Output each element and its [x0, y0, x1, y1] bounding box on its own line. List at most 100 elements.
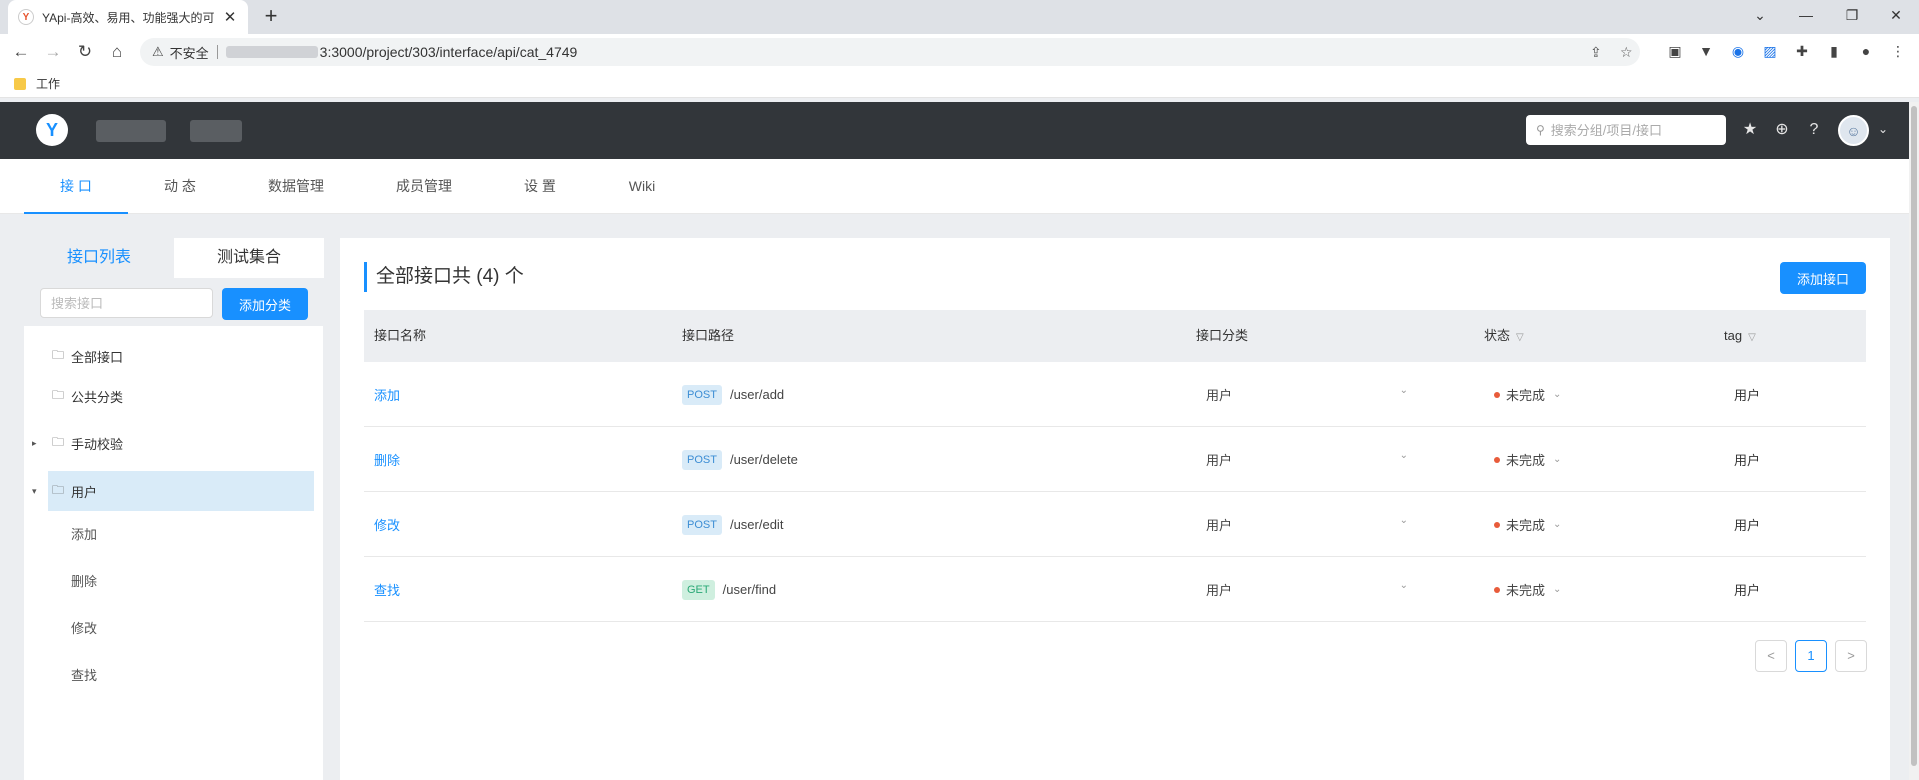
share-icon[interactable]: ⇪	[1590, 44, 1602, 61]
status-select[interactable]: 未完成 ⌄	[1484, 385, 1561, 404]
tab-settings[interactable]: 设 置	[488, 159, 592, 214]
tree-item-user[interactable]: ▾ 🗀 用户	[24, 471, 323, 511]
home-button[interactable]: ⌂	[105, 40, 129, 64]
tab-data-management[interactable]: 数据管理	[244, 159, 348, 214]
yapi-logo[interactable]: Y	[36, 114, 68, 146]
filter-icon[interactable]: ▽	[1748, 332, 1756, 343]
pagination-prev-button[interactable]: <	[1755, 640, 1787, 672]
tab-wiki[interactable]: Wiki	[590, 159, 694, 214]
forward-button[interactable]: →	[41, 40, 65, 64]
bookmark-star-icon[interactable]: ☆	[1620, 44, 1633, 61]
plus-circle-icon[interactable]: ⊕	[1772, 120, 1792, 140]
category-select[interactable]: 用户 ⌄	[1196, 450, 1408, 469]
tree-child-add[interactable]: 添加	[24, 513, 323, 553]
security-label[interactable]: 不安全	[170, 43, 209, 62]
extension-icon[interactable]: ▨	[1761, 42, 1779, 60]
caret-down-icon[interactable]: ▾	[32, 486, 37, 497]
tree-child-edit[interactable]: 修改	[24, 607, 323, 647]
table-row: 删除 POST /user/delete 用户 ⌄ 未完成 ⌄ 用户	[364, 427, 1866, 492]
tree-item-manual-check[interactable]: ▸ 🗀 手动校验	[24, 423, 323, 463]
chevron-down-icon: ⌄	[1399, 580, 1408, 591]
browser-toolbar: ← → ↻ ⌂ ⚠ 不安全 3:3000/project/303/interfa…	[0, 34, 1919, 70]
tree-child-find[interactable]: 查找	[24, 654, 323, 694]
column-header-label: tag	[1724, 328, 1743, 343]
status-select[interactable]: 未完成 ⌄	[1484, 580, 1561, 599]
interface-name-link[interactable]: 添加	[374, 385, 400, 404]
tag-value: 用户	[1734, 388, 1761, 403]
tab-test-collection[interactable]: 测试集合	[174, 238, 324, 278]
status-select[interactable]: 未完成 ⌄	[1484, 450, 1561, 469]
back-button[interactable]: ←	[9, 40, 33, 64]
extension-icon[interactable]: ◉	[1729, 42, 1747, 60]
tab-member-management[interactable]: 成员管理	[372, 159, 476, 214]
redacted-group-name	[96, 120, 166, 142]
sidepanel-icon[interactable]: ▮	[1825, 42, 1843, 60]
table-header: 接口名称 接口路径 接口分类 状态 ▽ tag ▽	[364, 310, 1866, 362]
tree-item-label: 手动校验	[71, 436, 124, 452]
tab-interface-list[interactable]: 接口列表	[24, 238, 174, 278]
minimize-button[interactable]: —	[1783, 0, 1829, 30]
browser-tab[interactable]: Y YApi-高效、易用、功能强大的可 ✕	[8, 0, 248, 34]
project-subnav: 接 口 动 态 数据管理 成员管理 设 置 Wiki	[0, 159, 1919, 214]
tab-search-icon[interactable]: ⌄	[1737, 0, 1783, 30]
chevron-down-icon: ⌄	[1553, 584, 1562, 595]
folder-icon: 🗀	[52, 347, 65, 362]
redacted-project-name	[190, 120, 242, 142]
header-search-input[interactable]	[1550, 122, 1711, 138]
tab-interface[interactable]: 接 口	[24, 159, 128, 214]
interface-name-link[interactable]: 查找	[374, 580, 400, 599]
tab-close-icon[interactable]: ✕	[222, 8, 238, 26]
puzzle-icon[interactable]: ✚	[1793, 42, 1811, 60]
scrollbar-thumb[interactable]	[1911, 106, 1917, 766]
column-header-status[interactable]: 状态 ▽	[1484, 310, 1524, 362]
address-bar[interactable]: ⚠ 不安全 3:3000/project/303/interface/api/c…	[140, 38, 1640, 66]
add-interface-button[interactable]: 添加接口	[1780, 262, 1866, 294]
method-badge: POST	[682, 514, 722, 535]
new-tab-button[interactable]: +	[258, 4, 284, 30]
url-text[interactable]: 3:3000/project/303/interface/api/cat_474…	[320, 44, 578, 60]
chevron-down-icon[interactable]: ⌄	[1878, 122, 1888, 136]
category-select[interactable]: 用户 ⌄	[1196, 385, 1408, 404]
category-select[interactable]: 用户 ⌄	[1196, 515, 1408, 534]
star-icon[interactable]: ★	[1740, 120, 1760, 140]
column-header-tag[interactable]: tag ▽	[1724, 310, 1756, 362]
profile-icon[interactable]: ●	[1857, 42, 1875, 60]
tree-item-all[interactable]: 🗀 全部接口	[24, 336, 323, 376]
interface-name-link[interactable]: 修改	[374, 515, 400, 534]
divider	[216, 45, 218, 59]
tree-child-label: 查找	[71, 667, 98, 683]
menu-icon[interactable]: ⋮	[1889, 42, 1907, 60]
chevron-down-icon: ⌄	[1553, 519, 1562, 530]
filter-icon[interactable]: ▽	[1516, 332, 1524, 343]
warning-icon[interactable]: ⚠	[152, 44, 164, 60]
table-row: 添加 POST /user/add 用户 ⌄ 未完成 ⌄ 用户	[364, 362, 1866, 427]
header-search[interactable]: ⚲	[1526, 115, 1726, 145]
vue-devtools-icon[interactable]: ▼	[1697, 42, 1715, 60]
pagination-next-button[interactable]: >	[1835, 640, 1867, 672]
reload-button[interactable]: ↻	[73, 40, 97, 64]
avatar[interactable]: ☺	[1838, 115, 1869, 146]
status-dot	[1494, 456, 1500, 463]
tree-child-delete[interactable]: 删除	[24, 560, 323, 600]
extension-icon[interactable]: ▣	[1666, 42, 1684, 60]
tab-activity[interactable]: 动 态	[128, 159, 232, 214]
browser-tabbar: Y YApi-高效、易用、功能强大的可 ✕ + ⌄ — ❐ ✕	[0, 0, 1919, 34]
column-header-category: 接口分类	[1196, 328, 1249, 343]
status-select[interactable]: 未完成 ⌄	[1484, 515, 1561, 534]
add-category-button[interactable]: 添加分类	[222, 288, 308, 320]
interface-search-input[interactable]	[40, 288, 213, 318]
search-icon: ⚲	[1536, 123, 1545, 137]
interface-path: /user/delete	[729, 452, 798, 467]
tree-child-label: 删除	[71, 573, 98, 589]
question-icon[interactable]: ?	[1804, 120, 1824, 140]
pagination-page-1[interactable]: 1	[1795, 640, 1827, 672]
close-window-button[interactable]: ✕	[1873, 0, 1919, 30]
page-scrollbar[interactable]	[1909, 102, 1919, 780]
tree-item-public[interactable]: 🗀 公共分类	[24, 376, 323, 416]
caret-right-icon[interactable]: ▸	[32, 438, 37, 449]
maximize-button[interactable]: ❐	[1829, 0, 1875, 30]
bookmark-folder-work[interactable]: 工作	[36, 75, 60, 92]
tree-item-label: 公共分类	[71, 389, 124, 405]
interface-name-link[interactable]: 删除	[374, 450, 400, 469]
category-select[interactable]: 用户 ⌄	[1196, 580, 1408, 599]
